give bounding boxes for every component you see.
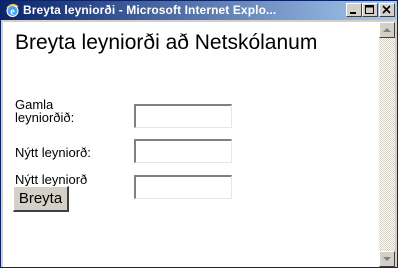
window-title: Breyta leyniorði - Microsoft Internet Ex… [23, 3, 277, 17]
close-icon [382, 5, 391, 14]
old-password-field[interactable] [134, 104, 232, 128]
close-button[interactable] [379, 3, 395, 17]
scroll-down-button[interactable] [379, 251, 395, 267]
ie-icon: e [5, 3, 20, 18]
arrow-down-icon [383, 257, 391, 261]
new-password-again-field[interactable] [134, 175, 232, 199]
old-password-label: Gamla leyniorðið: [15, 97, 75, 125]
new-password-label: Nýtt leyniorð: [15, 145, 91, 160]
maximize-button[interactable] [362, 3, 378, 17]
vertical-scrollbar[interactable] [379, 22, 395, 267]
change-password-button[interactable]: Breyta [13, 186, 69, 212]
arrow-up-icon [383, 28, 391, 32]
minimize-icon [350, 12, 356, 14]
page-title: Breyta leyniorði að Netskólanum [15, 31, 318, 54]
new-password-field[interactable] [134, 139, 232, 163]
minimize-button[interactable] [346, 3, 362, 17]
svg-text:e: e [10, 7, 15, 18]
title-bar[interactable]: e Breyta leyniorði - Microsoft Internet … [1, 1, 397, 20]
scroll-up-button[interactable] [379, 22, 395, 38]
maximize-icon [365, 5, 374, 14]
